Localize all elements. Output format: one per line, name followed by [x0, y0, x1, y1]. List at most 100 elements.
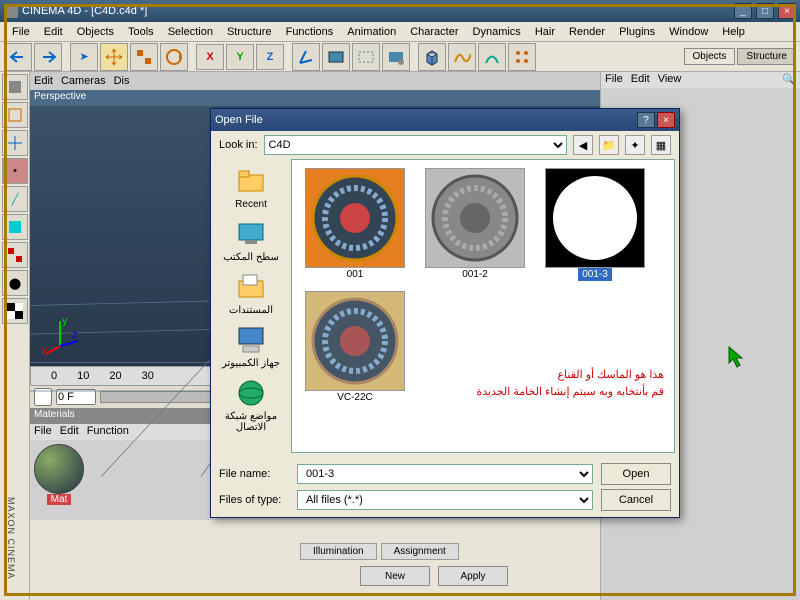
places-bar: Recent سطح المكتب المستندات جهاز الكمبيو… [211, 159, 291, 457]
view-menu-icon[interactable]: ▦ [651, 135, 671, 155]
main-menubar: File Edit Objects Tools Selection Struct… [0, 22, 800, 42]
menu-plugins[interactable]: Plugins [613, 24, 661, 40]
menu-selection[interactable]: Selection [162, 24, 219, 40]
app-icon [4, 4, 18, 18]
assignment-tab[interactable]: Assignment [381, 543, 459, 560]
annotation-text: هذا هو الماسك أو القناع قم بأنتخابه وبه … [476, 367, 664, 402]
render-settings-button[interactable] [382, 43, 410, 71]
menu-hair[interactable]: Hair [529, 24, 561, 40]
menu-character[interactable]: Character [404, 24, 464, 40]
new-folder-icon[interactable]: ✦ [625, 135, 645, 155]
maxon-label: MAXON CINEMA [6, 497, 16, 580]
scale-tool[interactable] [130, 43, 158, 71]
primitive-cube-button[interactable] [418, 43, 446, 71]
svg-text:y: y [62, 316, 68, 327]
object-mode-icon[interactable] [2, 102, 28, 128]
rp-view[interactable]: View [658, 73, 682, 87]
file-item-selected[interactable]: 001-3 [540, 168, 650, 281]
rp-file[interactable]: File [605, 73, 623, 87]
spline-button[interactable] [448, 43, 476, 71]
dialog-close-button[interactable]: × [657, 112, 675, 128]
filetype-combo[interactable]: All files (*.*) [297, 490, 593, 510]
menu-dynamics[interactable]: Dynamics [467, 24, 527, 40]
file-item[interactable]: VC-22C [300, 291, 410, 404]
place-computer[interactable]: جهاز الكمبيوتر [222, 324, 280, 369]
poly-mode-icon[interactable] [2, 214, 28, 240]
select-tool[interactable]: ➤ [70, 43, 98, 71]
place-documents[interactable]: المستندات [229, 271, 273, 316]
rotate-tool[interactable] [160, 43, 188, 71]
filename-field[interactable]: 001-3 [297, 464, 593, 484]
new-button[interactable]: New [360, 566, 430, 586]
menu-structure[interactable]: Structure [221, 24, 278, 40]
dialog-title: Open File [215, 114, 637, 126]
cancel-button[interactable]: Cancel [601, 489, 671, 511]
open-file-dialog: Open File ? × Look in: C4D ◀ 📁 ✦ ▦ Recen… [210, 108, 680, 518]
menu-help[interactable]: Help [716, 24, 751, 40]
model-mode-icon[interactable] [2, 74, 28, 100]
structure-tab[interactable]: Structure [737, 48, 796, 65]
lookin-combo[interactable]: C4D [264, 135, 567, 155]
close-button[interactable]: × [778, 3, 796, 19]
render-region-button[interactable] [352, 43, 380, 71]
menu-render[interactable]: Render [563, 24, 611, 40]
axis-z-toggle[interactable]: Z [256, 44, 284, 70]
maximize-button[interactable]: □ [756, 3, 774, 19]
menu-window[interactable]: Window [663, 24, 714, 40]
render-button[interactable] [322, 43, 350, 71]
lookin-label: Look in: [219, 139, 258, 151]
window-title: CINEMA 4D - [C4D.c4d *] [22, 5, 730, 17]
vp-cameras[interactable]: Cameras [61, 75, 106, 87]
edge-mode-icon[interactable]: ╱ [2, 186, 28, 212]
search-icon[interactable]: 🔍 [782, 73, 796, 87]
svg-text:z: z [72, 329, 78, 341]
apply-button[interactable]: Apply [438, 566, 508, 586]
undo-button[interactable] [4, 43, 32, 71]
axis-y-toggle[interactable]: Y [226, 44, 254, 70]
place-desktop[interactable]: سطح المكتب [223, 218, 279, 263]
coord-tool[interactable] [292, 43, 320, 71]
illumination-tab[interactable]: Illumination [300, 543, 377, 560]
texture-mode-icon[interactable] [2, 242, 28, 268]
objects-tab[interactable]: Objects [684, 48, 736, 65]
cursor-icon [727, 345, 747, 369]
place-network[interactable]: مواضع شبكة الاتصال [213, 377, 289, 433]
file-item[interactable]: 001 [300, 168, 410, 281]
up-folder-icon[interactable]: 📁 [599, 135, 619, 155]
filename-label: File name: [219, 468, 289, 480]
material-name: Mat [47, 494, 72, 505]
menu-file[interactable]: File [6, 24, 36, 40]
menu-objects[interactable]: Objects [71, 24, 120, 40]
viewport-menubar: Edit Cameras Dis [30, 72, 600, 90]
axis-mode-icon[interactable] [2, 130, 28, 156]
axis-x-toggle[interactable]: X [196, 44, 224, 70]
dialog-help-button[interactable]: ? [637, 112, 655, 128]
file-list: 001 001-2 001-3 VC-22C هذا هو الماسك أو … [291, 159, 675, 453]
menu-animation[interactable]: Animation [341, 24, 402, 40]
axis-gizmo-icon: y z x [40, 316, 80, 356]
window-titlebar: CINEMA 4D - [C4D.c4d *] _ □ × [0, 0, 800, 22]
svg-text:x: x [42, 345, 48, 356]
open-button[interactable]: Open [601, 463, 671, 485]
filetype-label: Files of type: [219, 494, 289, 506]
attribute-tabs: Illumination Assignment [300, 543, 459, 560]
vp-display[interactable]: Dis [114, 75, 130, 87]
checker-icon[interactable] [2, 298, 28, 324]
place-recent[interactable]: Recent [235, 165, 267, 210]
rp-edit[interactable]: Edit [631, 73, 650, 87]
main-toolbar: ➤ X Y Z Objects Structure [0, 42, 800, 72]
minimize-button[interactable]: _ [734, 3, 752, 19]
viewport-label: Perspective [30, 90, 600, 106]
menu-functions[interactable]: Functions [280, 24, 340, 40]
array-button[interactable] [508, 43, 536, 71]
anim-mode-icon[interactable]: ⬤ [2, 270, 28, 296]
menu-tools[interactable]: Tools [122, 24, 160, 40]
redo-button[interactable] [34, 43, 62, 71]
nurbs-button[interactable] [478, 43, 506, 71]
point-mode-icon[interactable]: • [2, 158, 28, 184]
back-icon[interactable]: ◀ [573, 135, 593, 155]
menu-edit[interactable]: Edit [38, 24, 69, 40]
vp-edit[interactable]: Edit [34, 75, 53, 87]
file-item[interactable]: 001-2 [420, 168, 530, 281]
move-tool[interactable] [100, 43, 128, 71]
